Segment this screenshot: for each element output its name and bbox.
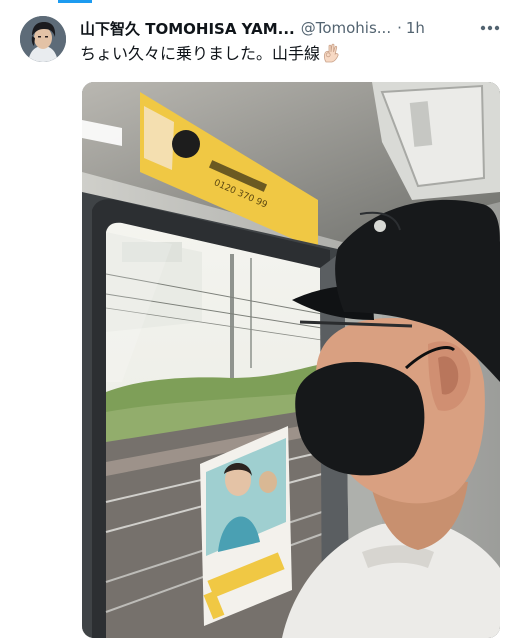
avatar[interactable] (20, 16, 66, 62)
tweet-text-row: ちょい久々に乗りました。山手線 (80, 43, 500, 69)
separator-dot: · (397, 19, 402, 37)
display-name[interactable]: 山下智久 TOMOHISA YAM... (80, 18, 295, 39)
tweet-media-photo[interactable]: 0120 370 99 (82, 82, 500, 638)
tweet-header: 山下智久 TOMOHISA YAM... @Tomohis... · 1h (80, 17, 475, 39)
more-options-button[interactable] (476, 16, 504, 40)
train-photo-image: 0120 370 99 (82, 82, 500, 638)
user-handle[interactable]: @Tomohis... (301, 19, 391, 37)
ok-hand-icon (322, 43, 340, 69)
top-accent-strip (58, 0, 92, 3)
tweet-text: ちょい久々に乗りました。山手線 (80, 44, 321, 63)
more-dots-icon (480, 25, 500, 31)
timestamp[interactable]: 1h (406, 19, 425, 37)
avatar-image (20, 16, 66, 62)
